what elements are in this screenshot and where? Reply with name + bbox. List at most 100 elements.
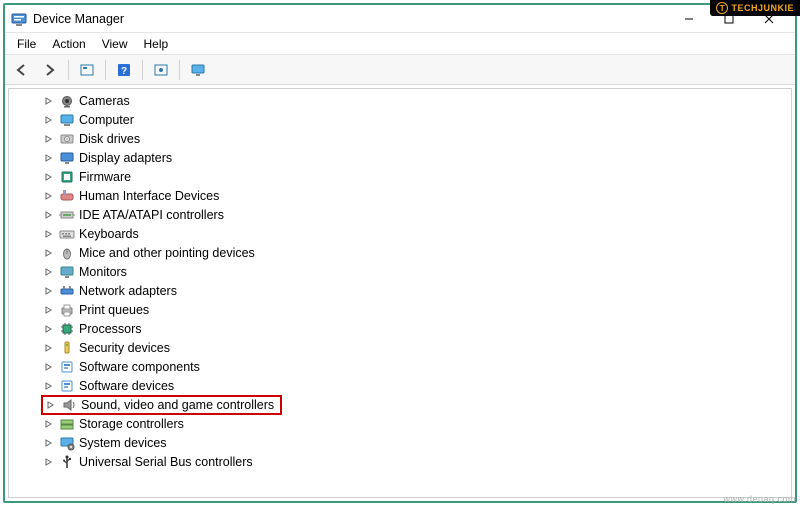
security-icon xyxy=(59,340,75,356)
tree-item-label: Human Interface Devices xyxy=(79,189,219,203)
tree-item[interactable]: Cameras xyxy=(19,91,791,110)
app-icon xyxy=(11,11,27,27)
network-icon xyxy=(59,283,75,299)
tree-item-label: Sound, video and game controllers xyxy=(81,398,274,412)
ide-icon xyxy=(59,207,75,223)
tree-item-label: Display adapters xyxy=(79,151,172,165)
tree-item[interactable]: Processors xyxy=(19,319,791,338)
menu-help[interactable]: Help xyxy=(136,35,177,53)
camera-icon xyxy=(59,93,75,109)
chevron-right-icon[interactable] xyxy=(43,456,55,468)
hid-icon xyxy=(59,188,75,204)
menu-action[interactable]: Action xyxy=(44,35,93,53)
tree-item-label: Keyboards xyxy=(79,227,139,241)
tree-item[interactable]: Network adapters xyxy=(19,281,791,300)
tree-item[interactable]: System devices xyxy=(19,433,791,452)
chevron-right-icon[interactable] xyxy=(43,380,55,392)
tree-item[interactable]: Firmware xyxy=(19,167,791,186)
tree-item[interactable]: Computer xyxy=(19,110,791,129)
watermark-text: TECHJUNKIE xyxy=(731,3,794,13)
tree-item[interactable]: Sound, video and game controllers xyxy=(19,395,791,414)
chevron-right-icon[interactable] xyxy=(43,361,55,373)
tree-item[interactable]: Keyboards xyxy=(19,224,791,243)
toolbar-separator xyxy=(179,60,180,80)
watermark-logo-icon: T xyxy=(716,2,728,14)
tree-item-label: Storage controllers xyxy=(79,417,184,431)
tree-item[interactable]: Human Interface Devices xyxy=(19,186,791,205)
tree-item-label: Processors xyxy=(79,322,142,336)
minimize-button[interactable] xyxy=(669,7,709,31)
chevron-right-icon[interactable] xyxy=(45,399,57,411)
tree-item-label: Network adapters xyxy=(79,284,177,298)
monitor-button[interactable] xyxy=(186,58,210,82)
keyboard-icon xyxy=(59,226,75,242)
back-button[interactable] xyxy=(11,58,35,82)
tree-item[interactable]: Mice and other pointing devices xyxy=(19,243,791,262)
tree-item[interactable]: Monitors xyxy=(19,262,791,281)
chevron-right-icon[interactable] xyxy=(43,266,55,278)
chevron-right-icon[interactable] xyxy=(43,437,55,449)
chevron-right-icon[interactable] xyxy=(43,171,55,183)
chevron-right-icon[interactable] xyxy=(43,190,55,202)
cpu-icon xyxy=(59,321,75,337)
tree-item-label: Cameras xyxy=(79,94,130,108)
tree-item[interactable]: Universal Serial Bus controllers xyxy=(19,452,791,471)
site-watermark: www.deuaq.com xyxy=(723,494,796,504)
tree-item-label: Disk drives xyxy=(79,132,140,146)
help-button[interactable]: ? xyxy=(112,58,136,82)
tree-item[interactable]: Security devices xyxy=(19,338,791,357)
chevron-right-icon[interactable] xyxy=(43,114,55,126)
monitor-icon xyxy=(59,264,75,280)
chevron-right-icon[interactable] xyxy=(43,152,55,164)
tree-item-label: Mice and other pointing devices xyxy=(79,246,255,260)
chevron-right-icon[interactable] xyxy=(43,209,55,221)
tree-item-label: Computer xyxy=(79,113,134,127)
menubar: File Action View Help xyxy=(5,33,795,55)
chevron-right-icon[interactable] xyxy=(43,285,55,297)
scan-button[interactable] xyxy=(149,58,173,82)
tree-item[interactable]: IDE ATA/ATAPI controllers xyxy=(19,205,791,224)
tree-item-label: Software components xyxy=(79,360,200,374)
menu-file[interactable]: File xyxy=(9,35,44,53)
toolbar-separator xyxy=(142,60,143,80)
chevron-right-icon[interactable] xyxy=(43,304,55,316)
window-title: Device Manager xyxy=(33,12,124,26)
usb-icon xyxy=(59,454,75,470)
chevron-right-icon[interactable] xyxy=(43,133,55,145)
chevron-right-icon[interactable] xyxy=(43,247,55,259)
tree-item-label: Security devices xyxy=(79,341,170,355)
tree-item[interactable]: Storage controllers xyxy=(19,414,791,433)
toolbar-separator xyxy=(68,60,69,80)
device-tree-panel[interactable]: Cameras Computer Disk drives Display adapte… xyxy=(8,88,792,498)
tree-item[interactable]: Display adapters xyxy=(19,148,791,167)
tree-item-label: Firmware xyxy=(79,170,131,184)
chevron-right-icon[interactable] xyxy=(43,323,55,335)
tree-item-label: System devices xyxy=(79,436,167,450)
chevron-right-icon[interactable] xyxy=(43,228,55,240)
chevron-right-icon[interactable] xyxy=(43,418,55,430)
show-hidden-button[interactable] xyxy=(75,58,99,82)
tree-item-label: IDE ATA/ATAPI controllers xyxy=(79,208,224,222)
svg-text:?: ? xyxy=(121,66,127,77)
software-icon xyxy=(59,359,75,375)
printer-icon xyxy=(59,302,75,318)
forward-button[interactable] xyxy=(38,58,62,82)
chevron-right-icon[interactable] xyxy=(43,95,55,107)
computer-icon xyxy=(59,112,75,128)
system-icon xyxy=(59,435,75,451)
highlighted-item: Sound, video and game controllers xyxy=(41,395,282,415)
watermark-badge: T TECHJUNKIE xyxy=(710,0,800,16)
software-icon xyxy=(59,378,75,394)
tree-item[interactable]: Print queues xyxy=(19,300,791,319)
device-tree: Cameras Computer Disk drives Display adapte… xyxy=(9,89,791,473)
toolbar: ? xyxy=(5,55,795,85)
menu-view[interactable]: View xyxy=(94,35,136,53)
mouse-icon xyxy=(59,245,75,261)
toolbar-separator xyxy=(105,60,106,80)
storage-icon xyxy=(59,416,75,432)
chevron-right-icon[interactable] xyxy=(43,342,55,354)
tree-item[interactable]: Software devices xyxy=(19,376,791,395)
tree-item[interactable]: Disk drives xyxy=(19,129,791,148)
tree-item[interactable]: Software components xyxy=(19,357,791,376)
window-frame: Device Manager File Action View Help xyxy=(3,3,797,503)
